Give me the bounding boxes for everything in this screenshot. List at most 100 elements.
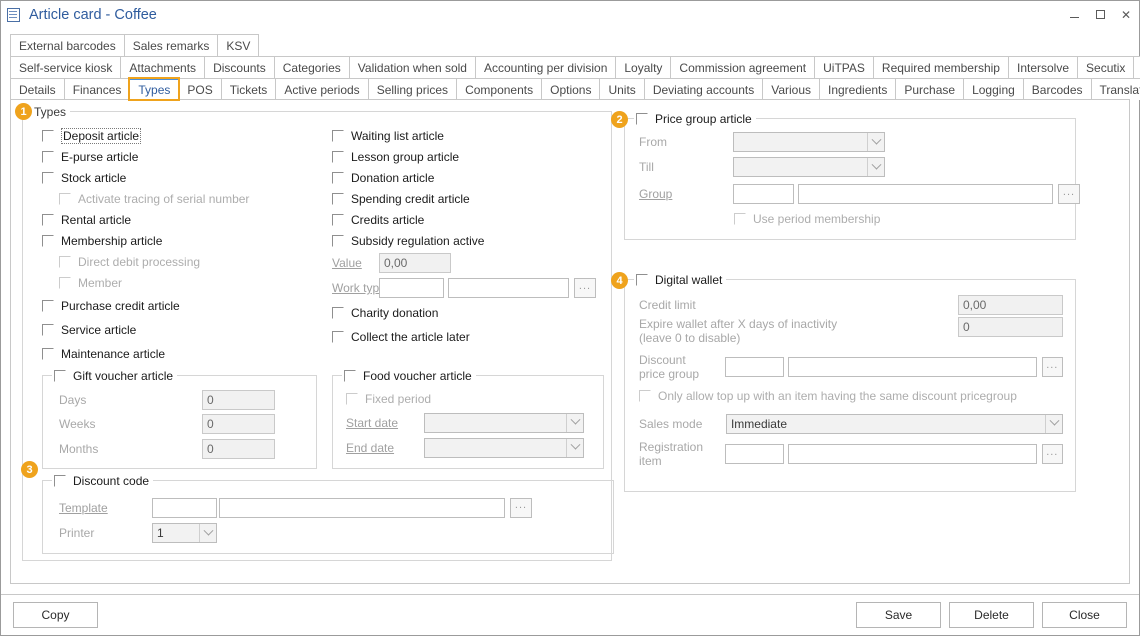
tab-attachments[interactable]: Attachments bbox=[120, 56, 206, 78]
gift-voucher-legend[interactable]: Gift voucher article bbox=[52, 368, 178, 383]
registration-item-browse-button[interactable]: ... bbox=[1041, 444, 1063, 464]
tab-uitpas[interactable]: UiTPAS bbox=[814, 56, 874, 78]
tab-categories[interactable]: Categories bbox=[273, 56, 350, 78]
tab-enviso[interactable]: Enviso bbox=[1133, 56, 1140, 78]
tab-purchase[interactable]: Purchase bbox=[895, 78, 965, 100]
checkbox-subsidy-regulation-active[interactable]: Subsidy regulation active bbox=[332, 230, 596, 251]
tab-finances[interactable]: Finances bbox=[63, 78, 131, 100]
discount-code-legend[interactable]: Discount code bbox=[52, 473, 154, 488]
tab-various[interactable]: Various bbox=[762, 78, 820, 100]
checkbox-fixed-period: Fixed period bbox=[346, 387, 584, 410]
checkbox-maintenance-article[interactable]: Maintenance article bbox=[42, 342, 249, 366]
checkbox-service-article[interactable]: Service article bbox=[42, 318, 249, 342]
group-name-field[interactable] bbox=[798, 184, 1053, 204]
tab-intersolve[interactable]: Intersolve bbox=[1007, 56, 1079, 78]
checkbox-waiting-list-article[interactable]: Waiting list article bbox=[332, 126, 596, 146]
work-type-code-field[interactable] bbox=[379, 278, 444, 298]
digital-wallet-legend[interactable]: Digital wallet bbox=[634, 272, 727, 287]
price-group-legend[interactable]: Price group article bbox=[634, 111, 756, 126]
checkbox-credits-article[interactable]: Credits article bbox=[332, 209, 596, 230]
checkbox-collect-the-article-later[interactable]: Collect the article later bbox=[332, 325, 596, 349]
checkbox-deposit-article[interactable]: Deposit article bbox=[42, 126, 249, 146]
checkbox-box-icon bbox=[59, 192, 71, 205]
close-button[interactable]: Close bbox=[1042, 602, 1127, 628]
till-value bbox=[734, 158, 867, 176]
template-code-field[interactable] bbox=[152, 497, 217, 518]
tab-logging[interactable]: Logging bbox=[963, 78, 1024, 100]
expire-wallet-row: Expire wallet after X days of inactivity… bbox=[639, 317, 1063, 351]
work-type-name-field[interactable] bbox=[448, 278, 569, 298]
checkbox-e-purse-article[interactable]: E-purse article bbox=[42, 146, 249, 167]
close-icon[interactable]: ✕ bbox=[1113, 2, 1139, 28]
tab-pos[interactable]: POS bbox=[178, 78, 222, 100]
checkbox-box-icon bbox=[636, 112, 648, 125]
tab-self-service-kiosk[interactable]: Self-service kiosk bbox=[10, 56, 122, 78]
delete-button[interactable]: Delete bbox=[949, 602, 1034, 628]
tab-active-periods[interactable]: Active periods bbox=[275, 78, 369, 100]
checkbox-food-voucher-article[interactable]: Food voucher article bbox=[344, 369, 472, 383]
tab-ingredients[interactable]: Ingredients bbox=[819, 78, 897, 100]
checkbox-discount-code[interactable]: Discount code bbox=[54, 474, 149, 488]
checkbox-label: Credits article bbox=[351, 212, 425, 227]
printer-value: 1 bbox=[157, 526, 164, 540]
save-button[interactable]: Save bbox=[856, 602, 941, 628]
checkbox-membership-article[interactable]: Membership article bbox=[42, 230, 249, 251]
chevron-down-icon bbox=[867, 133, 884, 151]
food-voucher-legend[interactable]: Food voucher article bbox=[342, 368, 476, 383]
work-type-browse-button[interactable]: ... bbox=[574, 278, 596, 298]
tab-details[interactable]: Details bbox=[10, 78, 65, 100]
annotation-badge-1: 1 bbox=[15, 103, 32, 120]
tab-selling-prices[interactable]: Selling prices bbox=[367, 78, 458, 100]
tab-external-barcodes[interactable]: External barcodes bbox=[10, 34, 125, 56]
registration-item-code-field[interactable] bbox=[724, 444, 785, 464]
maximize-icon[interactable] bbox=[1087, 2, 1113, 28]
tab-types[interactable]: Types bbox=[128, 77, 181, 101]
checkbox-spending-credit-article[interactable]: Spending credit article bbox=[332, 188, 596, 209]
group-browse-button[interactable]: ... bbox=[1058, 184, 1080, 204]
work-type-row: Work type ... bbox=[332, 275, 596, 301]
checkbox-label: Collect the article later bbox=[351, 330, 470, 344]
tab-options[interactable]: Options bbox=[541, 78, 601, 100]
checkbox-digital-wallet[interactable]: Digital wallet bbox=[636, 273, 722, 287]
checkbox-purchase-credit-article[interactable]: Purchase credit article bbox=[42, 293, 249, 318]
footer-bar: Copy Save Delete Close bbox=[1, 594, 1139, 635]
checkbox-lesson-group-article[interactable]: Lesson group article bbox=[332, 146, 596, 167]
checkbox-donation-article[interactable]: Donation article bbox=[332, 167, 596, 188]
article-card-window: Article card - Coffee ✕ External barcode… bbox=[0, 0, 1140, 636]
template-name-field[interactable] bbox=[219, 497, 505, 518]
tab-barcodes[interactable]: Barcodes bbox=[1022, 78, 1092, 100]
tab-translations[interactable]: Translations bbox=[1090, 78, 1140, 100]
discount-price-group-browse-button[interactable]: ... bbox=[1041, 357, 1063, 377]
tab-deviating-accounts[interactable]: Deviating accounts bbox=[643, 78, 764, 100]
group-code-field[interactable] bbox=[733, 184, 794, 204]
registration-item-name-field[interactable] bbox=[788, 444, 1037, 464]
sales-mode-combo[interactable]: Immediate bbox=[725, 413, 1063, 434]
tab-discounts[interactable]: Discounts bbox=[204, 56, 275, 78]
checkbox-activate-tracing-of-serial-number: Activate tracing of serial number bbox=[59, 188, 249, 209]
checkbox-price-group-article[interactable]: Price group article bbox=[636, 112, 752, 126]
tab-secutix[interactable]: Secutix bbox=[1077, 56, 1135, 78]
checkbox-gift-voucher-article[interactable]: Gift voucher article bbox=[54, 369, 173, 383]
tab-ksv[interactable]: KSV bbox=[217, 34, 260, 56]
tab-required-membership[interactable]: Required membership bbox=[872, 56, 1009, 78]
types-group-legend: Types bbox=[32, 104, 71, 119]
checkbox-box-icon bbox=[42, 213, 54, 226]
checkbox-charity-donation[interactable]: Charity donation bbox=[332, 301, 596, 325]
tab-accounting-per-division[interactable]: Accounting per division bbox=[474, 56, 617, 78]
checkbox-rental-article[interactable]: Rental article bbox=[42, 209, 249, 230]
tab-tickets[interactable]: Tickets bbox=[220, 78, 277, 100]
tab-units[interactable]: Units bbox=[599, 78, 645, 100]
checkbox-stock-article[interactable]: Stock article bbox=[42, 167, 249, 188]
tab-commission-agreement[interactable]: Commission agreement bbox=[670, 56, 816, 78]
copy-button[interactable]: Copy bbox=[13, 602, 98, 628]
discount-price-group-name-field[interactable] bbox=[788, 357, 1037, 377]
discount-price-group-code-field[interactable] bbox=[724, 357, 785, 377]
tab-validation-when-sold[interactable]: Validation when sold bbox=[348, 56, 476, 78]
tab-components[interactable]: Components bbox=[456, 78, 543, 100]
minimize-icon[interactable] bbox=[1061, 2, 1087, 28]
template-browse-button[interactable]: ... bbox=[510, 497, 532, 518]
expire-wallet-label: Expire wallet after X days of inactivity… bbox=[639, 317, 958, 345]
tab-loyalty[interactable]: Loyalty bbox=[615, 56, 672, 78]
tab-sales-remarks[interactable]: Sales remarks bbox=[123, 34, 219, 56]
weeks-field: 0 bbox=[202, 413, 275, 434]
